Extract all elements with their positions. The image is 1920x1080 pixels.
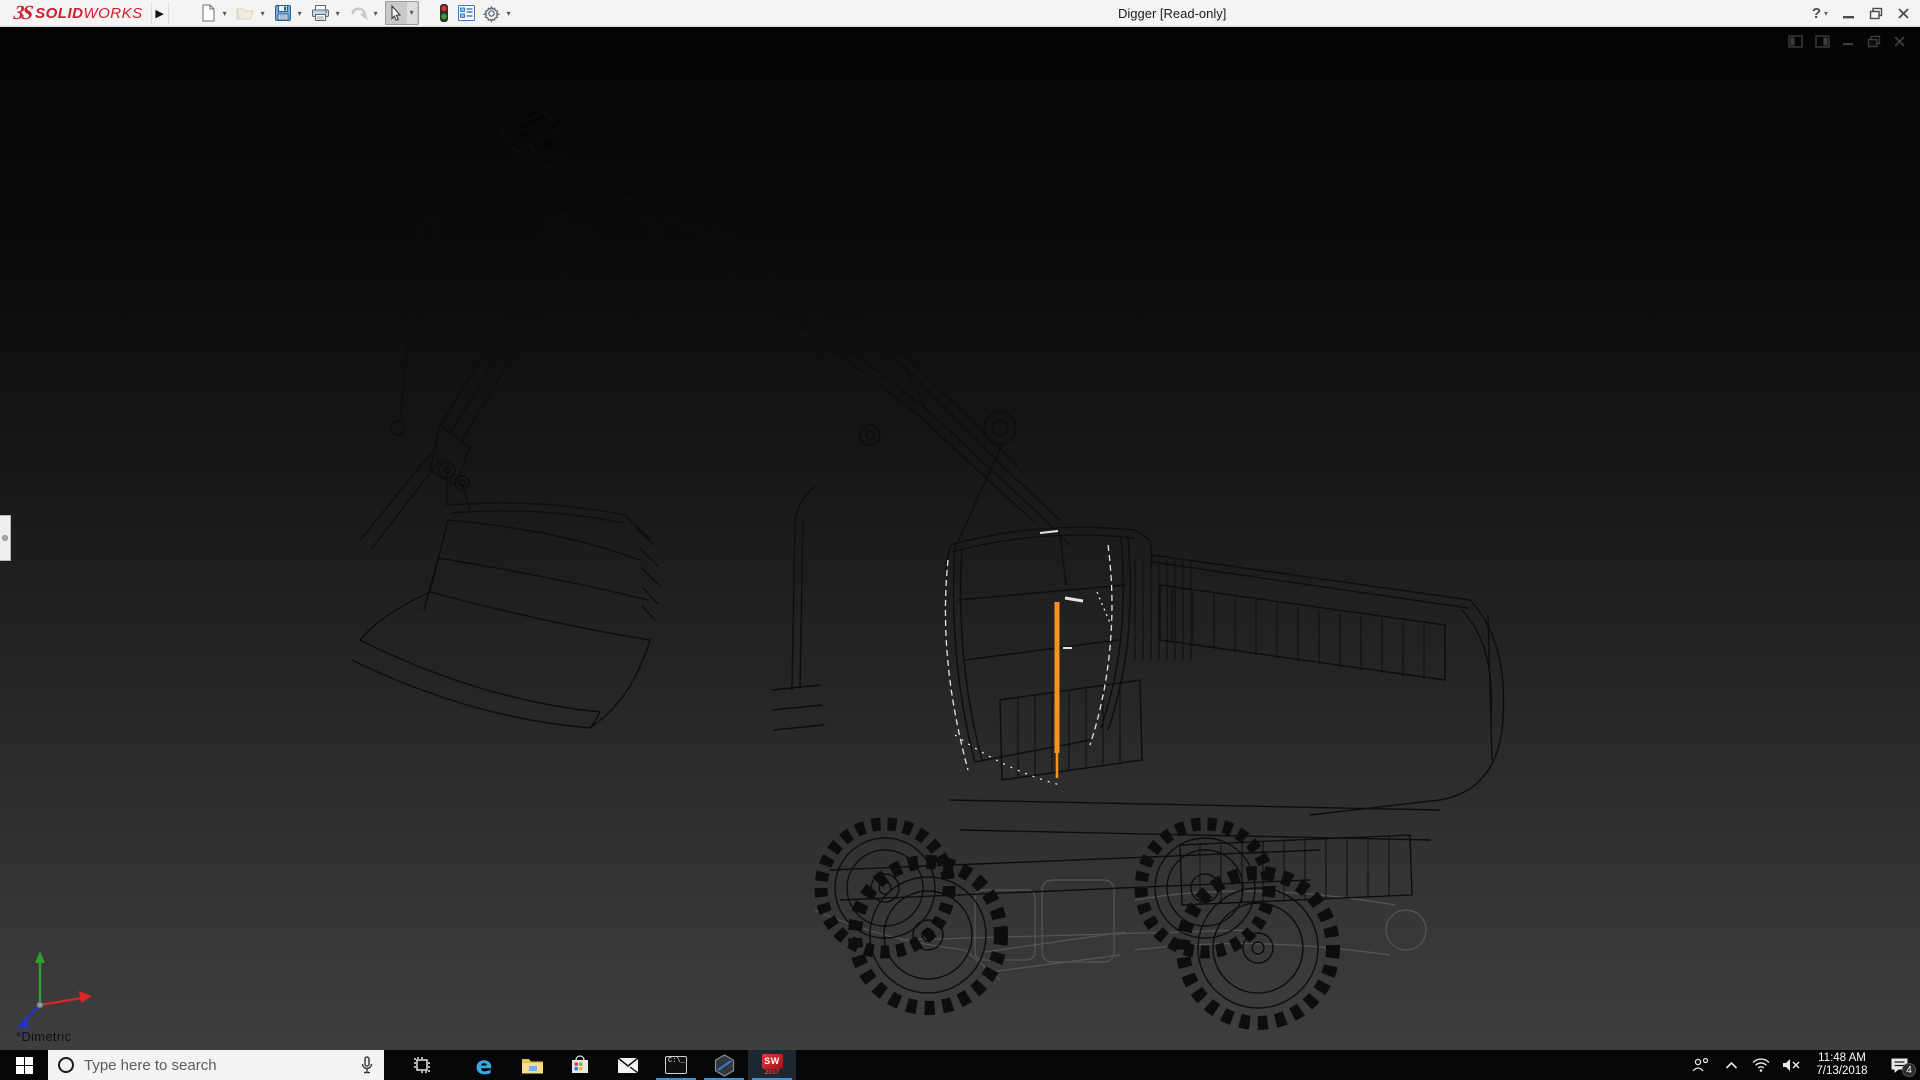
edge-icon: e [476,1053,493,1078]
new-dropdown-caret[interactable]: ▾ [220,9,230,18]
mail-icon [617,1057,639,1074]
solidworks-2017-icon: SW 2017 [762,1054,783,1077]
taskbar-app-solidworks[interactable]: SW 2017 [748,1050,796,1080]
close-button[interactable] [1897,7,1910,20]
brand-solid: SOLID [35,5,83,22]
options-dropdown-caret[interactable]: ▾ [504,9,514,18]
restore-button[interactable] [1869,7,1883,20]
brand-works: WORKS [83,5,142,22]
taskbar-app-mail[interactable] [604,1050,652,1080]
taskbar-app-edrawings[interactable] [700,1050,748,1080]
edrawings-hexagon-icon [713,1054,736,1077]
wifi-button[interactable] [1746,1050,1776,1080]
restore-icon [1869,7,1883,20]
quick-access-toolbar: ▾ ▾ ▾ ▾ ▾ ▾ ▾ [197,1,516,25]
undo-button[interactable]: ▾ [347,1,383,25]
show-hidden-icons-button[interactable] [1716,1050,1746,1080]
rebuild-traffic-light-icon [437,3,451,23]
digger-wireframe-model [0,27,1920,1050]
print-icon [311,4,330,22]
command-prompt-icon: C:\_ [665,1056,687,1074]
open-button[interactable]: ▾ [234,1,270,25]
taskbar-app-store[interactable] [556,1050,604,1080]
window-controls: ?▾ [1812,0,1910,27]
graphics-area[interactable]: *Dimetric [0,27,1920,1050]
title-bar: 3S SOLIDWORKS ▶ ▾ ▾ ▾ ▾ ▾ ▾ [0,0,1920,27]
select-dropdown-caret[interactable]: ▾ [407,2,417,24]
taskbar-app-file-explorer[interactable] [508,1050,556,1080]
help-button[interactable]: ?▾ [1812,5,1828,22]
select-tool-button[interactable]: ▾ [385,1,419,25]
minimize-icon [1842,7,1855,20]
open-folder-icon [236,4,255,22]
action-center-button[interactable]: 4 [1878,1050,1920,1080]
options-gear-icon [482,4,501,23]
clock-time: 11:48 AM [1808,1052,1876,1065]
3ds-logo-icon: 3S [12,2,32,25]
new-document-button[interactable]: ▾ [197,1,232,25]
rebuild-button[interactable] [435,1,453,25]
file-explorer-icon [521,1056,544,1075]
search-input[interactable] [84,1057,350,1074]
undo-dropdown-caret[interactable]: ▾ [371,9,381,18]
new-document-icon [199,4,217,22]
start-button[interactable] [0,1050,48,1080]
orientation-triad [16,951,92,1034]
print-button[interactable]: ▾ [309,1,345,25]
minimize-button[interactable] [1842,7,1855,20]
taskbar-app-command-prompt[interactable]: C:\_ [652,1050,700,1080]
taskbar-search[interactable] [48,1050,384,1080]
task-view-icon [413,1056,431,1074]
people-icon [1691,1057,1711,1073]
save-floppy-icon [274,4,292,22]
save-button[interactable]: ▾ [272,1,307,25]
help-caret-icon: ▾ [1824,9,1828,18]
menu-flyout-arrow[interactable]: ▶ [151,2,169,24]
chevron-up-icon [1725,1061,1738,1070]
people-button[interactable] [1686,1050,1716,1080]
close-icon [1897,7,1910,20]
windows-taskbar: e C:\_ SW 2017 11:48 [0,1050,1920,1080]
window-title: Digger [Read-only] [1118,6,1226,21]
save-dropdown-caret[interactable]: ▾ [295,9,305,18]
taskbar-clock[interactable]: 11:48 AM 7/13/2018 [1806,1052,1878,1078]
wifi-icon [1752,1058,1770,1072]
help-icon: ? [1812,5,1821,22]
file-properties-icon [457,4,476,22]
cortana-icon [58,1057,74,1073]
system-tray: 11:48 AM 7/13/2018 4 [1686,1050,1920,1080]
windows-logo-icon [16,1057,33,1074]
task-view-button[interactable] [398,1050,446,1080]
microphone-icon[interactable] [360,1056,374,1074]
clock-date: 7/13/2018 [1808,1065,1876,1078]
open-dropdown-caret[interactable]: ▾ [258,9,268,18]
solidworks-logo: 3S SOLIDWORKS [0,0,151,27]
print-dropdown-caret[interactable]: ▾ [333,9,343,18]
volume-button[interactable] [1776,1050,1806,1080]
file-properties-button[interactable] [455,1,478,25]
speaker-muted-icon [1782,1058,1800,1072]
undo-arrow-icon [349,4,368,22]
store-icon [570,1055,590,1075]
view-orientation-label: *Dimetric [16,1029,71,1044]
select-cursor-icon [387,4,405,22]
options-button[interactable]: ▾ [480,1,516,25]
notification-badge: 4 [1902,1063,1916,1077]
taskbar-app-edge[interactable]: e [460,1050,508,1080]
